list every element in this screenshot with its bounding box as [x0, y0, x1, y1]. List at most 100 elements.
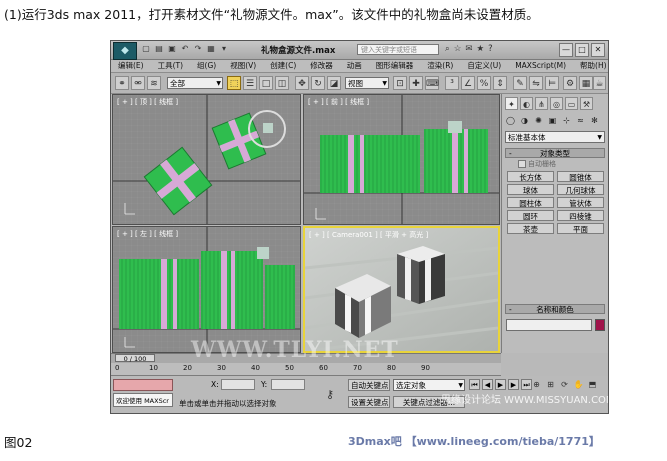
rectangle-selection-icon[interactable]: □ [259, 76, 273, 90]
create-tab-icon[interactable]: ✦ [505, 97, 518, 110]
scale-icon[interactable]: ◪ [327, 76, 341, 90]
autogrid-checkbox[interactable]: 自动栅格 [518, 159, 556, 169]
zoom-icon[interactable]: ⊕ [531, 379, 542, 390]
render-setup-icon[interactable]: ⚙ [563, 76, 577, 90]
utilities-tab-icon[interactable]: ⚒ [580, 97, 593, 110]
select-manipulate-icon[interactable]: ✚ [409, 76, 423, 90]
search-input[interactable]: 键入关键字或短语 [357, 44, 439, 55]
geosphere-button[interactable]: 几何球体 [557, 184, 604, 195]
motion-tab-icon[interactable]: ◎ [550, 97, 563, 110]
menu-animation[interactable]: 动画 [340, 60, 369, 72]
render-frame-icon[interactable]: ▦ [579, 76, 593, 90]
go-to-start-icon[interactable]: ⏮ [469, 379, 480, 390]
viewport-camera[interactable]: [ + ] [ Camera001 ] [ 平滑 + 高光 ] [303, 226, 500, 353]
selection-filter-select[interactable]: 全部 ▼ [167, 77, 223, 89]
primitive-category-select[interactable]: 标准基本体 ▼ [505, 131, 605, 143]
helpers-icon[interactable]: ⊹ [561, 115, 572, 126]
quick-access-dropdown-icon[interactable]: ▾ [219, 44, 229, 54]
menu-customize[interactable]: 自定义(U) [460, 60, 508, 72]
close-button[interactable]: ✕ [591, 43, 605, 57]
torus-button[interactable]: 圆环 [507, 210, 554, 221]
next-frame-icon[interactable]: ▶ [508, 379, 519, 390]
search-icon[interactable]: ⌕ [445, 44, 450, 55]
edit-named-selection-icon[interactable]: ✎ [513, 76, 527, 90]
align-icon[interactable]: ⊨ [545, 76, 559, 90]
menu-rendering[interactable]: 渲染(R) [420, 60, 460, 72]
sphere-button[interactable]: 球体 [507, 184, 554, 195]
save-icon[interactable]: ▣ [167, 44, 177, 54]
bind-space-warp-icon[interactable]: ≋ [147, 76, 161, 90]
name-and-color-rollout[interactable]: - 名称和颜色 [505, 304, 605, 314]
keyboard-shortcut-icon[interactable]: ⌨ [425, 76, 439, 90]
tube-button[interactable]: 管状体 [557, 197, 604, 208]
maxscript-welcome[interactable]: 欢迎使用 MAXScr [113, 393, 173, 407]
geometry-icon[interactable]: ◯ [505, 115, 516, 126]
snaps-toggle-icon[interactable]: ³ [445, 76, 459, 90]
app-logo-icon[interactable]: ◆ [113, 42, 137, 60]
key-mode-icon[interactable]: ⚷ [326, 388, 334, 401]
menu-create[interactable]: 创建(C) [263, 60, 303, 72]
maxscript-listener-mini[interactable] [113, 379, 173, 391]
viewport-top[interactable]: [ + ] [ 顶 ] [ 线框 ] [112, 94, 301, 225]
track-bar[interactable]: 0 10 20 30 40 50 60 70 80 90 [111, 363, 501, 376]
mirror-icon[interactable]: ⇋ [529, 76, 543, 90]
help-icon[interactable]: ? [488, 44, 493, 55]
menu-views[interactable]: 视图(V) [223, 60, 263, 72]
viewport-front[interactable]: [ + ] [ 前 ] [ 线框 ] [303, 94, 500, 225]
menu-modifiers[interactable]: 修改器 [303, 60, 340, 72]
systems-icon[interactable]: ✻ [589, 115, 600, 126]
cameras-icon[interactable]: ▣ [547, 115, 558, 126]
lights-icon[interactable]: ✺ [533, 115, 544, 126]
selected-set-select[interactable]: 选定对象 ▼ [393, 379, 465, 391]
viewport-left-label[interactable]: [ + ] [ 左 ] [ 线框 ] [117, 229, 178, 239]
object-name-field[interactable] [506, 319, 592, 331]
redo-icon[interactable]: ↷ [193, 44, 203, 54]
play-icon[interactable]: ▶ [495, 379, 506, 390]
spinner-snap-icon[interactable]: ⇕ [493, 76, 507, 90]
reference-coordinate-select[interactable]: 视图 ▼ [345, 77, 389, 89]
menu-maxscript[interactable]: MAXScript(M) [508, 60, 573, 72]
subscription-icon[interactable]: ☆ [454, 44, 462, 55]
menu-graph-editors[interactable]: 图形编辑器 [369, 60, 421, 72]
y-coordinate-field[interactable] [271, 379, 305, 390]
select-object-icon[interactable]: ⬚ [227, 76, 241, 90]
space-warps-icon[interactable]: ≈ [575, 115, 586, 126]
render-icon[interactable]: ☕ [593, 76, 606, 90]
shapes-icon[interactable]: ◑ [519, 115, 530, 126]
time-slider-thumb[interactable]: 0 / 100 [115, 354, 155, 363]
cylinder-button[interactable]: 圆柱体 [507, 197, 554, 208]
object-color-swatch[interactable] [595, 319, 605, 331]
select-by-name-icon[interactable]: ☰ [243, 76, 257, 90]
viewport-front-label[interactable]: [ + ] [ 前 ] [ 线框 ] [308, 97, 369, 107]
pivot-center-icon[interactable]: ⊡ [393, 76, 407, 90]
pyramid-button[interactable]: 四棱锥 [557, 210, 604, 221]
x-coordinate-field[interactable] [221, 379, 255, 390]
menu-group[interactable]: 组(G) [190, 60, 223, 72]
menu-edit[interactable]: 编辑(E) [111, 60, 151, 72]
minimize-button[interactable]: — [559, 43, 573, 57]
open-file-icon[interactable]: ▤ [154, 44, 164, 54]
maximize-viewport-icon[interactable]: ⬒ [587, 379, 598, 390]
angle-snap-icon[interactable]: ∠ [461, 76, 475, 90]
display-tab-icon[interactable]: ▭ [565, 97, 578, 110]
teapot-button[interactable]: 茶壶 [507, 223, 554, 234]
menu-help[interactable]: 帮助(H) [573, 60, 608, 72]
select-link-icon[interactable]: ⚭ [115, 76, 129, 90]
unlink-icon[interactable]: ⚮ [131, 76, 145, 90]
favorites-icon[interactable]: ★ [477, 44, 485, 55]
zoom-all-icon[interactable]: ⊞ [545, 379, 556, 390]
new-file-icon[interactable]: ▢ [141, 44, 151, 54]
project-folder-icon[interactable]: ▦ [206, 44, 216, 54]
object-type-rollout[interactable]: - 对象类型 [505, 148, 605, 158]
modify-tab-icon[interactable]: ◐ [520, 97, 533, 110]
hierarchy-tab-icon[interactable]: ⋔ [535, 97, 548, 110]
pan-icon[interactable]: ✋ [573, 379, 584, 390]
rotate-icon[interactable]: ↻ [311, 76, 325, 90]
previous-frame-icon[interactable]: ◀ [482, 379, 493, 390]
plane-button[interactable]: 平面 [557, 223, 604, 234]
percent-snap-icon[interactable]: % [477, 76, 491, 90]
viewport-top-label[interactable]: [ + ] [ 顶 ] [ 线框 ] [117, 97, 178, 107]
undo-icon[interactable]: ↶ [180, 44, 190, 54]
maximize-button[interactable]: □ [575, 43, 589, 57]
viewport-left[interactable]: [ + ] [ 左 ] [ 线框 ] [112, 226, 301, 353]
